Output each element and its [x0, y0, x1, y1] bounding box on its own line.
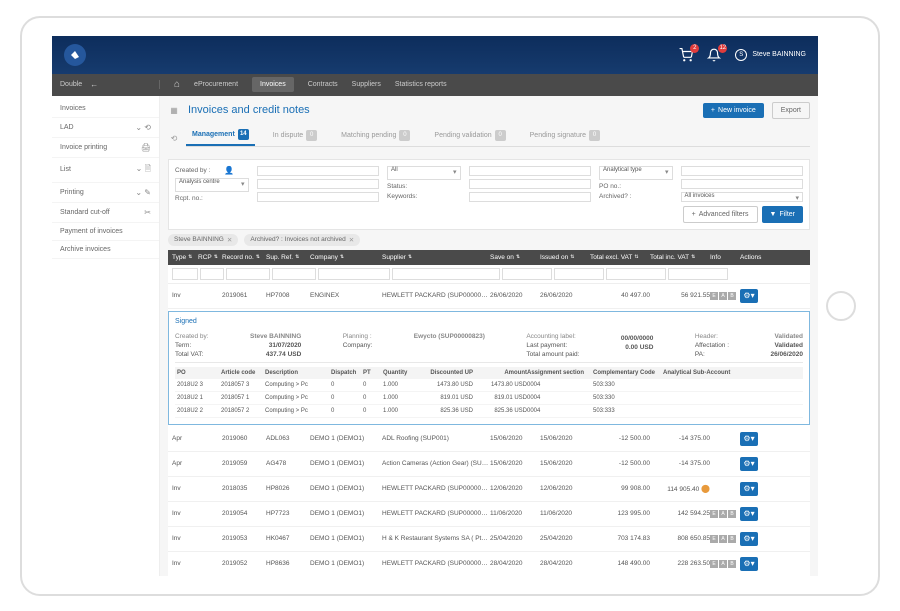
sidebar-item[interactable]: Invoice printing🖨 [52, 138, 159, 158]
analytical-input[interactable] [681, 166, 804, 176]
table-row[interactable]: Inv 2018035 HP8026 DEMO 1 (DEMO1) HEWLET… [168, 477, 810, 502]
column-filter-input[interactable] [318, 268, 390, 280]
column-header[interactable]: Actions [740, 254, 780, 261]
table-row[interactable]: Inv 2019053 HK0467 DEMO 1 (DEMO1) H & K … [168, 527, 810, 552]
invoice-table: Type ⇅RCP ⇅Record no. ⇅Sup. Ref. ⇅Compan… [168, 250, 810, 576]
chip-close-icon[interactable]: ✕ [349, 236, 354, 244]
tab-in-dispute[interactable]: In dispute0 [267, 126, 323, 145]
table-row[interactable]: Inv 2019052 HP8636 DEMO 1 (DEMO1) HEWLET… [168, 552, 810, 576]
advanced-filters-button[interactable]: +Advanced filters [683, 206, 758, 223]
sidebar-item[interactable]: Printing⌄ ✎ [52, 183, 159, 203]
filter-button[interactable]: ▼Filter [762, 206, 804, 223]
row-actions-button[interactable]: ⚙▾ [740, 482, 758, 496]
nav-left-label: Double [60, 81, 82, 88]
all-input[interactable] [469, 166, 592, 176]
column-header[interactable]: Issued on ⇅ [540, 254, 590, 261]
table-row[interactable]: Inv 2019061 HP7008 ENGINEX HEWLETT PACKA… [168, 284, 810, 309]
bell-icon[interactable]: 12 [707, 48, 721, 62]
nav-invoices[interactable]: Invoices [252, 77, 294, 92]
po-input[interactable] [681, 179, 804, 189]
filter-chip: Steve BAINNING✕ [168, 234, 238, 246]
row-actions-button[interactable]: ⚙▾ [740, 432, 758, 446]
user-name: Steve BAINNING [752, 51, 806, 58]
nav-eprocurement[interactable]: eProcurement [194, 81, 238, 88]
column-header[interactable]: Total excl. VAT ⇅ [590, 254, 650, 261]
home-icon[interactable]: ⌂ [174, 79, 180, 90]
column-filter-input[interactable] [668, 268, 728, 280]
analysis-centre-select[interactable]: Analysis centre [175, 178, 249, 192]
analytical-type-select[interactable]: Analytical type [599, 166, 673, 180]
column-header[interactable]: Type ⇅ [172, 254, 198, 261]
status-input[interactable] [469, 179, 592, 189]
column-filter-input[interactable] [554, 268, 604, 280]
tab-management[interactable]: Management14 [186, 125, 255, 146]
filter-chip: Archived? : Invoices not archived✕ [244, 234, 360, 246]
nav-contracts[interactable]: Contracts [308, 81, 338, 88]
navbar: Double ← ⌂ eProcurement Invoices Contrac… [52, 74, 818, 96]
table-row[interactable]: Apr 2019059 AG478 DEMO 1 (DEMO1) Action … [168, 452, 810, 477]
column-header[interactable]: Record no. ⇅ [222, 254, 266, 261]
analysis-input[interactable] [257, 179, 380, 189]
export-button[interactable]: Export [772, 102, 810, 119]
cart-badge: 2 [690, 44, 699, 53]
sidebar-item[interactable]: Standard cut-off✂ [52, 203, 159, 223]
row-actions-button[interactable]: ⚙▾ [740, 557, 758, 571]
column-header[interactable]: Supplier ⇅ [382, 254, 490, 261]
column-filter-input[interactable] [226, 268, 270, 280]
created-by-input[interactable] [257, 166, 380, 176]
column-header[interactable]: Sup. Ref. ⇅ [266, 254, 310, 261]
column-filter-input[interactable] [272, 268, 316, 280]
logo-icon [64, 44, 86, 66]
sidebar-item[interactable]: Payment of invoices [52, 223, 159, 241]
column-header[interactable]: Save on ⇅ [490, 254, 540, 261]
new-invoice-button[interactable]: +New invoice [703, 103, 764, 118]
sidebar-item[interactable]: LAD⌄ ⟲ [52, 118, 159, 138]
chip-close-icon[interactable]: ✕ [227, 236, 232, 244]
main-content: ▦ Invoices and credit notes +New invoice… [160, 96, 818, 576]
sidebar-item[interactable]: Invoices [52, 100, 159, 118]
filter-panel: Created by :👤 Analysis centre Rcpt. no.:… [168, 159, 810, 230]
keywords-input[interactable] [469, 192, 592, 202]
table-row[interactable]: Apr 2019060 ADL063 DEMO 1 (DEMO1) ADL Ro… [168, 427, 810, 452]
tab-pending-validation[interactable]: Pending validation0 [428, 126, 511, 145]
avatar: S [735, 49, 747, 61]
column-filter-input[interactable] [502, 268, 552, 280]
column-filter-input[interactable] [172, 268, 198, 280]
top-header: 2 12 S Steve BAINNING [52, 36, 818, 74]
archived-select[interactable]: All invoices [681, 192, 804, 202]
rcpt-input[interactable] [257, 192, 380, 202]
sidebar-item[interactable]: Archive invoices [52, 241, 159, 259]
tab-matching-pending[interactable]: Matching pending0 [335, 126, 416, 145]
layout-icon[interactable]: ▦ [168, 104, 180, 116]
expanded-panel: Signed Created by:Term:Total VAT: Steve … [168, 311, 810, 425]
row-actions-button[interactable]: ⚙▾ [740, 289, 758, 303]
row-actions-button[interactable]: ⚙▾ [740, 532, 758, 546]
column-filter-input[interactable] [200, 268, 224, 280]
sidebar: InvoicesLAD⌄ ⟲Invoice printing🖨List⌄ 🗎Pr… [52, 96, 160, 576]
tab-pending-signature[interactable]: Pending signature0 [524, 126, 606, 145]
column-header[interactable]: Info [710, 254, 740, 261]
column-header[interactable]: RCP ⇅ [198, 254, 222, 261]
column-filter-input[interactable] [606, 268, 666, 280]
back-arrow-icon[interactable]: ← [90, 80, 98, 89]
refresh-icon[interactable]: ⟲ [168, 133, 180, 145]
table-row[interactable]: Inv 2019054 HP7723 DEMO 1 (DEMO1) HEWLET… [168, 502, 810, 527]
column-header[interactable]: Company ⇅ [310, 254, 382, 261]
cart-icon[interactable]: 2 [679, 48, 693, 62]
sidebar-item[interactable]: List⌄ 🗎 [52, 158, 159, 183]
column-header[interactable]: Total inc. VAT ⇅ [650, 254, 710, 261]
row-actions-button[interactable]: ⚙▾ [740, 457, 758, 471]
nav-suppliers[interactable]: Suppliers [352, 81, 381, 88]
user-menu[interactable]: S Steve BAINNING [735, 49, 806, 61]
bell-badge: 12 [718, 44, 727, 53]
all-select[interactable]: All [387, 166, 461, 180]
row-actions-button[interactable]: ⚙▾ [740, 507, 758, 521]
nav-stats[interactable]: Statistics reports [395, 81, 447, 88]
page-title: Invoices and credit notes [188, 104, 310, 116]
column-filter-input[interactable] [392, 268, 500, 280]
